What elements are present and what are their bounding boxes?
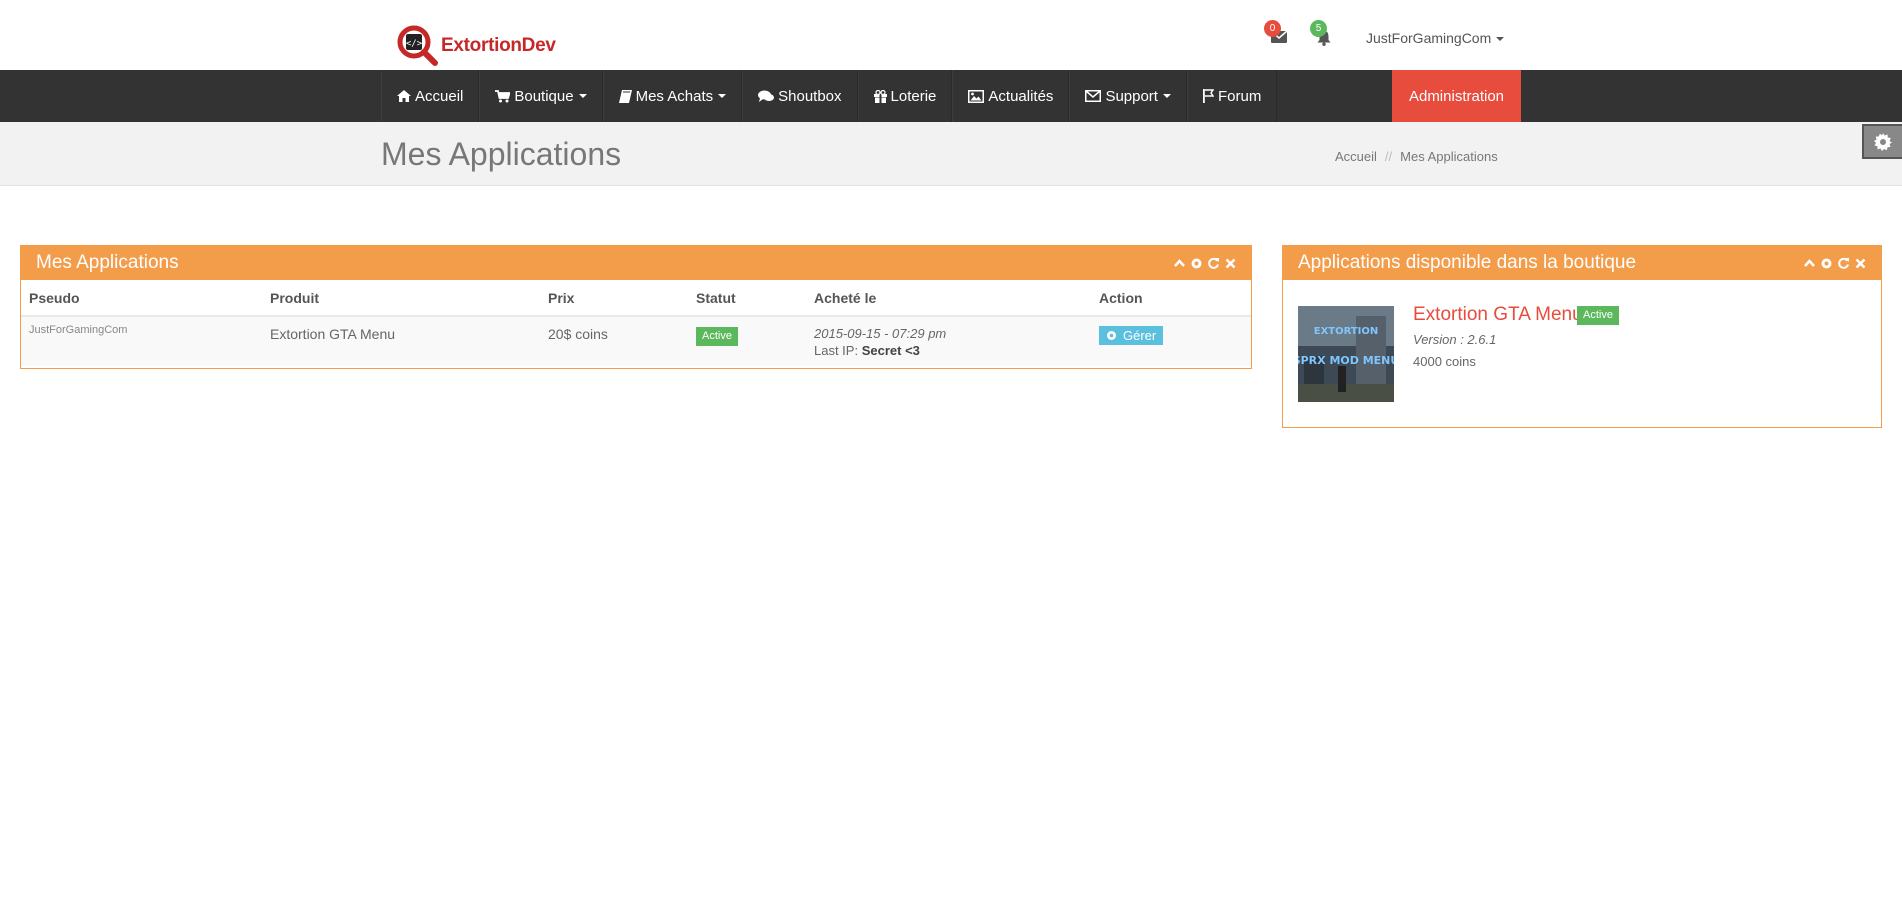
cell-prix: 20$ coins	[540, 316, 688, 366]
chevron-down-icon	[718, 94, 727, 98]
nav-label: Loterie	[890, 87, 937, 105]
collapse-icon[interactable]	[1803, 257, 1816, 270]
table-row: JustForGamingCom Extortion GTA Menu 20$ …	[21, 316, 1251, 366]
envelope-icon	[1085, 90, 1102, 102]
gift-icon	[873, 89, 887, 103]
product-price: 4000 coins	[1413, 354, 1476, 369]
nav-label: Boutique	[514, 87, 574, 105]
cell-action: Gérer	[1091, 316, 1251, 366]
panel-tools	[1173, 257, 1237, 270]
nav-item-boutique[interactable]: Boutique	[479, 70, 603, 122]
purchase-date: 2015-09-15 - 07:29 pm	[814, 326, 947, 341]
cell-produit: Extortion GTA Menu	[262, 316, 540, 366]
product-name-link[interactable]: Extortion GTA Menu	[1413, 304, 1583, 326]
last-ip: Last IP: Secret <3	[814, 343, 1091, 358]
chevron-down-icon	[1496, 37, 1505, 42]
page-title: Mes Applications	[381, 136, 622, 172]
cell-pseudo: JustForGamingCom	[21, 316, 262, 366]
notifications-badge: 5	[1310, 20, 1327, 37]
home-icon	[397, 90, 411, 102]
refresh-icon[interactable]	[1207, 257, 1220, 270]
status-badge: Active	[696, 327, 738, 346]
my-apps-panel: Mes Applications Pseudo Produit Prix Sta…	[20, 245, 1252, 369]
close-icon[interactable]	[1224, 257, 1237, 270]
user-dropdown[interactable]: JustForGamingCom	[1366, 30, 1505, 46]
picture-icon	[968, 89, 985, 103]
panel-tools	[1803, 257, 1867, 270]
username: JustForGamingCom	[1366, 30, 1492, 46]
nav-label: Shoutbox	[778, 87, 842, 105]
page-header: Mes Applications Accueil // Mes Applicatio…	[0, 122, 1902, 186]
nav-item-mes-achats[interactable]: Mes Achats	[602, 70, 743, 122]
gear-icon[interactable]	[1190, 257, 1203, 270]
collapse-icon[interactable]	[1173, 257, 1186, 270]
panel-header: Mes Applications	[21, 246, 1251, 280]
product-status-badge: Active	[1577, 306, 1619, 325]
breadcrumb-home-link[interactable]: Accueil	[1335, 149, 1377, 164]
last-ip-value: Secret <3	[861, 343, 920, 358]
column-header-pseudo: Pseudo	[21, 280, 262, 317]
nav-item-loterie[interactable]: Loterie	[857, 70, 953, 122]
nav-item-shoutbox[interactable]: Shoutbox	[742, 70, 858, 122]
refresh-icon[interactable]	[1837, 257, 1850, 270]
panel-title: Mes Applications	[36, 252, 179, 273]
panel-header: Applications disponible dans la boutique	[1283, 246, 1881, 280]
breadcrumb: Accueil // Mes Applications	[1335, 149, 1498, 164]
messages-badge: 0	[1264, 20, 1281, 37]
cell-achete-le: 2015-09-15 - 07:29 pm Last IP: Secret <3	[806, 316, 1091, 366]
gear-icon[interactable]	[1820, 257, 1833, 270]
column-header-produit: Produit	[262, 280, 540, 317]
panel-title: Applications disponible dans la boutique	[1298, 252, 1637, 273]
manage-button[interactable]: Gérer	[1099, 326, 1164, 345]
nav-label: Support	[1105, 87, 1158, 105]
last-ip-label: Last IP:	[814, 343, 859, 358]
svg-text:SPRX MOD MENU: SPRX MOD MENU	[1298, 354, 1394, 367]
gear-icon	[1107, 331, 1116, 340]
flag-icon	[1202, 89, 1214, 103]
cell-statut: Active	[688, 316, 806, 366]
breadcrumb-current: Mes Applications	[1400, 149, 1498, 164]
nav-item-support[interactable]: Support	[1069, 70, 1187, 122]
manage-button-label: Gérer	[1123, 328, 1157, 343]
column-header-achete-le: Acheté le	[806, 280, 1091, 317]
nav-item-forum[interactable]: Forum	[1186, 70, 1278, 122]
main-navbar: Accueil Boutique Mes Achats Shoutbox Lot…	[0, 70, 1902, 122]
chevron-down-icon	[578, 94, 587, 98]
column-header-prix: Prix	[540, 280, 688, 317]
theme-settings-toggle[interactable]	[1862, 124, 1902, 159]
column-header-action: Action	[1091, 280, 1251, 317]
nav-menu: Accueil Boutique Mes Achats Shoutbox Lot…	[381, 70, 1278, 122]
gear-icon	[1874, 132, 1892, 151]
product-version: Version : 2.6.1	[1413, 332, 1497, 347]
logo-magnifier-icon: </>	[397, 25, 439, 67]
site-logo[interactable]: </> ExtortionDev	[397, 24, 556, 68]
top-header: </> ExtortionDev 0 5 JustForGamingCom	[0, 0, 1902, 70]
book-icon	[618, 89, 632, 103]
svg-text:EXTORTION: EXTORTION	[1314, 326, 1379, 337]
administration-button[interactable]: Administration	[1392, 70, 1521, 122]
column-header-statut: Statut	[688, 280, 806, 317]
chevron-down-icon	[1162, 94, 1171, 98]
logo-text: ExtortionDev	[441, 35, 556, 56]
nav-item-actualites[interactable]: Actualités	[952, 70, 1070, 122]
nav-item-accueil[interactable]: Accueil	[381, 70, 480, 122]
nav-label: Forum	[1217, 87, 1262, 105]
product-thumbnail[interactable]: EXTORTION SPRX MOD MENU	[1298, 306, 1394, 402]
shop-apps-panel: Applications disponible dans la boutique…	[1282, 245, 1882, 428]
applications-table: Pseudo Produit Prix Statut Acheté le Act…	[21, 280, 1251, 366]
table-header-row: Pseudo Produit Prix Statut Acheté le Act…	[21, 280, 1251, 317]
nav-label: Mes Achats	[635, 87, 714, 105]
breadcrumb-separator: //	[1384, 149, 1393, 164]
nav-label: Accueil	[415, 87, 464, 105]
shopping-cart-icon	[495, 89, 511, 102]
comments-icon	[758, 90, 775, 102]
close-icon[interactable]	[1854, 257, 1867, 270]
svg-text:</>: </>	[406, 39, 423, 49]
nav-label: Actualités	[988, 87, 1054, 105]
